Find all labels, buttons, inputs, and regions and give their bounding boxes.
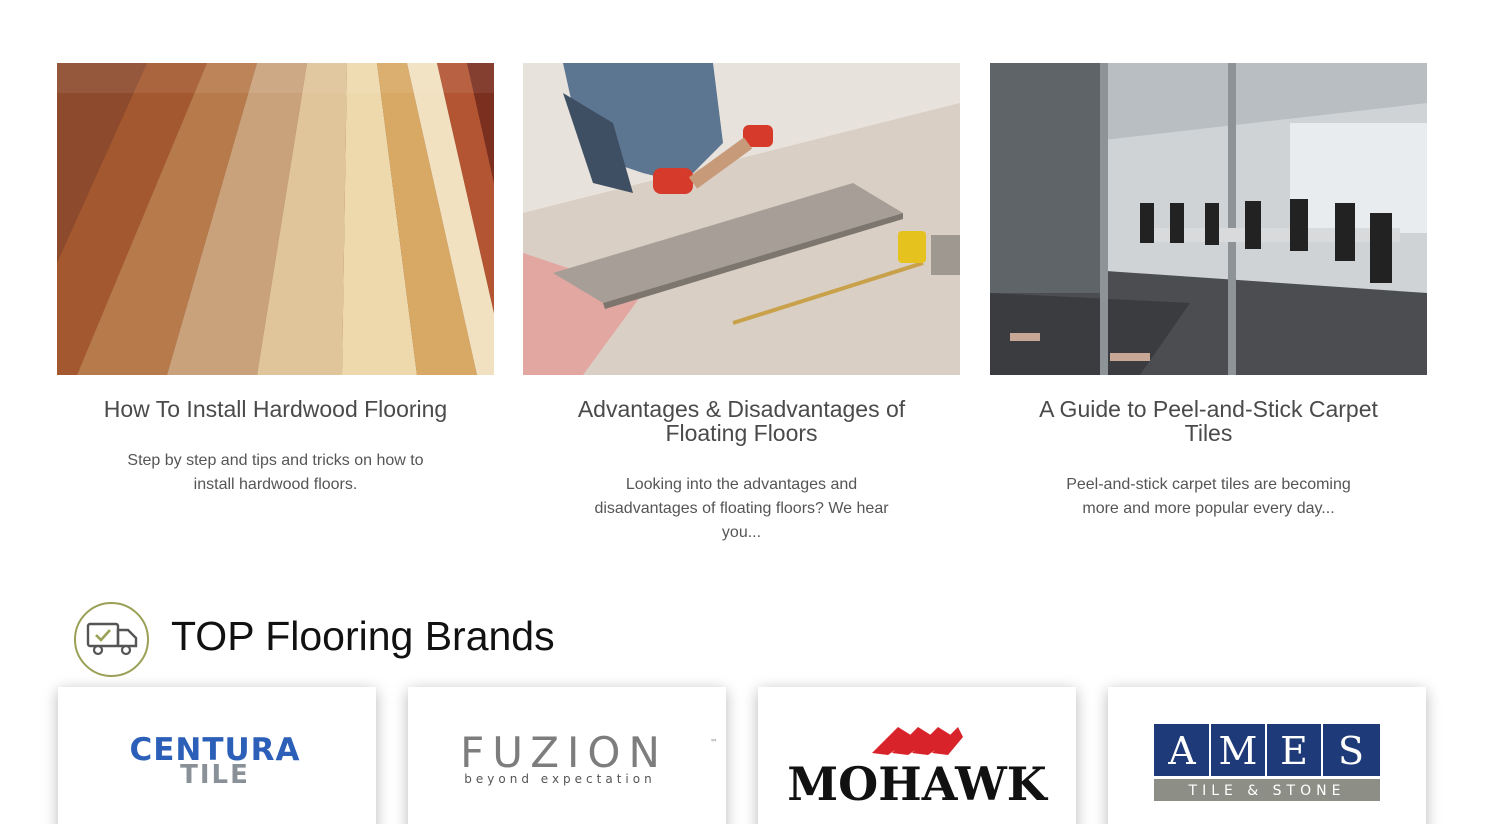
- fuzion-logo-tagline: beyond expectation: [464, 772, 655, 786]
- article-image-floating-floor-install[interactable]: [523, 63, 960, 375]
- brand-card-fuzion[interactable]: FUZION ™ beyond expectation: [408, 687, 726, 824]
- centura-logo-line2: TILE: [180, 760, 250, 790]
- brand-logo-row: CENTURA TILE FUZION ™ beyond expectation…: [58, 687, 1426, 824]
- brand-card-centura-tile[interactable]: CENTURA TILE: [58, 687, 376, 824]
- article-card: Advantages & Disadvantages of Floating F…: [523, 63, 960, 545]
- article-title[interactable]: A Guide to Peel-and-Stick Carpet Tiles: [990, 397, 1427, 445]
- article-description: Step by step and tips and tricks on how …: [127, 452, 424, 493]
- mohawk-logo: MOHAWK: [787, 727, 1049, 811]
- floating-floor-install-photo: [523, 63, 960, 375]
- ames-letter: E: [1280, 729, 1308, 773]
- ames-logo-subtitle: TILE & STONE: [1188, 783, 1346, 799]
- ames-letter: M: [1219, 729, 1258, 773]
- brands-section-heading: TOP Flooring Brands: [74, 602, 674, 678]
- article-image-office-carpet-tiles[interactable]: [990, 63, 1427, 375]
- fuzion-logo: FUZION ™ beyond expectation: [460, 728, 718, 786]
- article-card: A Guide to Peel-and-Stick Carpet Tiles P…: [990, 63, 1427, 521]
- office-carpet-tiles-photo: [990, 63, 1427, 375]
- delivery-truck-icon: [74, 602, 149, 677]
- brands-section-title: TOP Flooring Brands: [171, 613, 555, 659]
- brand-card-ames[interactable]: A M E S TILE & STONE: [1108, 687, 1426, 824]
- ames-tile-stone-logo: A M E S TILE & STONE: [1154, 724, 1380, 801]
- article-card: How To Install Hardwood Flooring Step by…: [57, 63, 494, 497]
- article-image-hardwood-planks[interactable]: [57, 63, 494, 375]
- ames-letter: S: [1338, 729, 1364, 773]
- hardwood-planks-photo: [57, 63, 494, 375]
- article-description: Looking into the advantages and disadvan…: [594, 476, 889, 541]
- article-title[interactable]: Advantages & Disadvantages of Floating F…: [523, 397, 960, 445]
- brand-card-mohawk[interactable]: MOHAWK: [758, 687, 1076, 824]
- mohawk-logo-wordmark: MOHAWK: [787, 757, 1049, 811]
- fuzion-logo-trademark: ™: [710, 738, 718, 747]
- article-title[interactable]: How To Install Hardwood Flooring: [57, 397, 494, 421]
- article-grid: How To Install Hardwood Flooring Step by…: [57, 63, 1427, 545]
- fuzion-logo-wordmark: FUZION: [460, 728, 668, 777]
- article-description: Peel-and-stick carpet tiles are becoming…: [1066, 476, 1351, 517]
- ames-letter: A: [1167, 729, 1196, 773]
- centura-tile-logo: CENTURA TILE: [129, 732, 299, 790]
